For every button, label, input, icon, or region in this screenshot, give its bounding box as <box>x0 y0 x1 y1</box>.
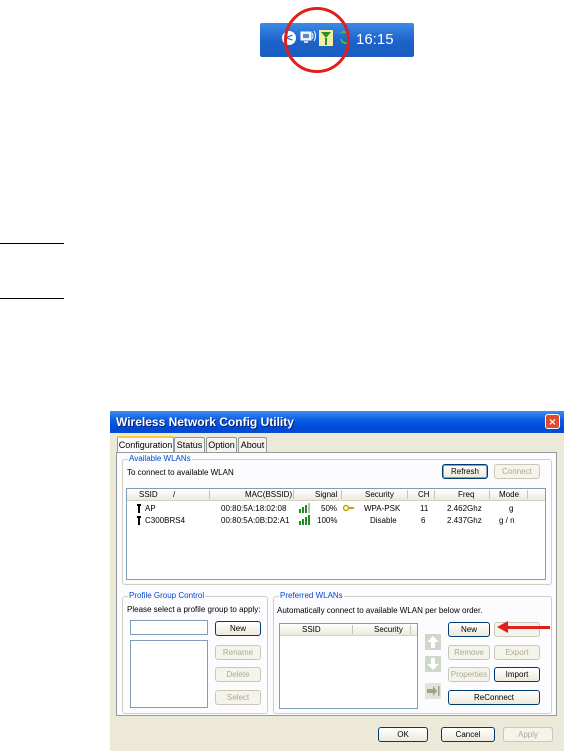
row-mode: g <box>509 504 514 513</box>
select-button[interactable]: Select <box>215 690 261 705</box>
profile-group-instruction: Please select a profile group to apply: <box>127 605 261 614</box>
cancel-button[interactable]: Cancel <box>441 727 495 742</box>
delete-button[interactable]: Delete <box>215 667 261 682</box>
move-down-button[interactable] <box>425 656 441 672</box>
sort-indicator: / <box>173 490 176 499</box>
row-signal: 100% <box>317 516 338 525</box>
tab-status[interactable]: Status <box>174 437 205 452</box>
column-ch[interactable]: CH <box>418 489 430 500</box>
rename-button[interactable]: Rename <box>215 645 261 660</box>
column-signal[interactable]: Signal <box>315 489 337 500</box>
row-signal: 50% <box>321 504 338 513</box>
divider-line <box>0 298 64 299</box>
preferred-wlans-label: Preferred WLANs <box>279 591 344 600</box>
available-instruction: To connect to available WLAN <box>127 468 234 477</box>
refresh-button[interactable]: Refresh <box>442 464 488 479</box>
import-button[interactable]: Import <box>494 667 540 682</box>
move-up-button[interactable] <box>425 634 441 650</box>
preferred-instruction: Automatically connect to available WLAN … <box>277 606 483 615</box>
available-wlans-label: Available WLANs <box>128 454 192 463</box>
signal-bars-icon <box>299 503 310 515</box>
export-button[interactable]: Export <box>494 645 540 660</box>
clock-time: 16:15 <box>356 31 394 48</box>
arrow-up-icon <box>425 634 441 650</box>
goto-button[interactable] <box>425 683 441 699</box>
arrow-right-bar-icon <box>425 683 441 699</box>
table-row[interactable]: C300BRS4 00:80:5A:0B:D2:A1 100% Disable … <box>127 515 545 526</box>
row-ch: 11 <box>420 504 429 513</box>
row-freq: 2.437Ghz <box>447 516 482 525</box>
row-ch: 6 <box>421 516 426 525</box>
close-button[interactable]: × <box>545 414 560 429</box>
signal-bars-icon <box>299 515 310 527</box>
apply-button[interactable]: Apply <box>503 727 553 742</box>
row-security: WPA-PSK <box>364 504 401 513</box>
remove-button[interactable]: Remove <box>448 645 490 660</box>
available-wlans-list[interactable]: SSID / MAC(BSSID) Signal Security CH Fre… <box>126 488 546 580</box>
profile-group-input[interactable] <box>130 620 208 635</box>
row-ssid: AP <box>145 504 156 513</box>
tab-configuration[interactable]: Configuration <box>117 436 174 453</box>
antenna-icon <box>137 504 141 515</box>
row-mac: 00:80:5A:18:02:08 <box>221 504 287 513</box>
annotation-circle <box>284 7 350 73</box>
profile-new-button[interactable]: New <box>215 621 261 636</box>
arrow-down-icon <box>425 656 441 672</box>
preferred-new-button[interactable]: New <box>448 622 490 637</box>
column-mode[interactable]: Mode <box>499 489 519 500</box>
column-security[interactable]: Security <box>365 489 394 500</box>
window-title: Wireless Network Config Utility <box>116 415 294 429</box>
annotation-arrowhead <box>497 621 508 633</box>
row-freq: 2.462Ghz <box>447 504 482 513</box>
table-row[interactable]: AP 00:80:5A:18:02:08 50% WPA-PSK 11 2.46… <box>127 503 545 514</box>
key-icon <box>342 504 355 514</box>
antenna-icon <box>137 516 141 527</box>
row-mode: g / n <box>499 516 515 525</box>
preferred-wlans-list[interactable]: SSID Security <box>279 623 418 709</box>
connect-button[interactable]: Connect <box>494 464 540 479</box>
row-security: Disable <box>370 516 397 525</box>
tab-option[interactable]: Option <box>206 437 237 452</box>
column-ssid[interactable]: SSID <box>302 624 321 635</box>
column-ssid[interactable]: SSID <box>139 489 158 500</box>
tab-about[interactable]: About <box>238 437 267 452</box>
column-freq[interactable]: Freq <box>458 489 474 500</box>
column-mac[interactable]: MAC(BSSID) <box>245 489 292 500</box>
profile-group-label: Profile Group Control <box>128 591 206 600</box>
column-security[interactable]: Security <box>374 624 403 635</box>
row-ssid: C300BRS4 <box>145 516 186 525</box>
ok-button[interactable]: OK <box>378 727 428 742</box>
row-mac: 00:80:5A:0B:D2:A1 <box>221 516 290 525</box>
divider-line <box>0 243 64 244</box>
profile-group-list[interactable] <box>130 640 208 708</box>
reconnect-button[interactable]: ReConnect <box>448 690 540 705</box>
properties-button[interactable]: Properties <box>448 667 490 682</box>
